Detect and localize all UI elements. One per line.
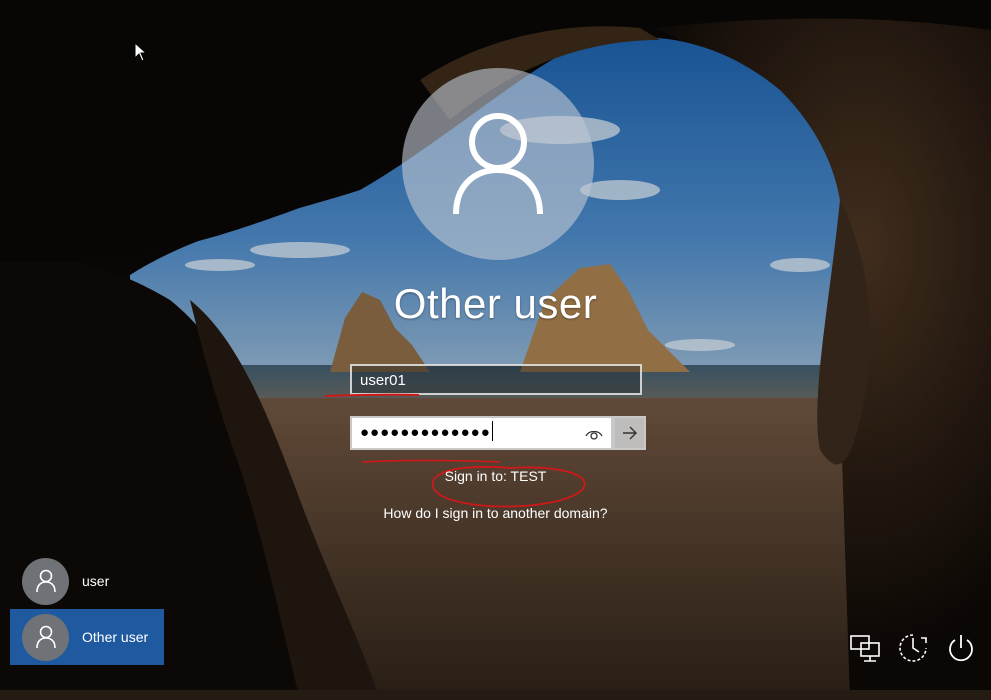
another-domain-help-link[interactable]: How do I sign in to another domain? (0, 505, 991, 521)
network-icon[interactable] (848, 630, 882, 666)
user-name-title: Other user (393, 280, 598, 327)
sign-in-domain-text: Sign in to: TEST (444, 468, 547, 484)
annotation-underline (324, 393, 420, 397)
user-tile-other-user[interactable]: Other user (10, 609, 164, 665)
reveal-password-icon[interactable] (585, 425, 603, 443)
arrow-right-icon (622, 426, 637, 440)
lock-screen: Other user user01 ●●●●●●●●●●●●● Sign in … (0, 0, 991, 700)
mouse-cursor-icon (134, 42, 148, 62)
network-icon-glyph (850, 635, 880, 662)
submit-arrow-button[interactable] (613, 416, 646, 450)
username-input[interactable]: user01 (350, 364, 642, 395)
text-caret (491, 421, 493, 441)
person-icon (35, 569, 56, 593)
person-icon (453, 113, 543, 215)
user-tile-label: Other user (82, 629, 149, 645)
user-tile-user[interactable]: user (10, 553, 164, 609)
ease-of-access-icon[interactable] (896, 630, 930, 666)
power-icon[interactable] (944, 630, 978, 666)
user-tile-label: user (82, 573, 110, 589)
user-tile-avatar (22, 557, 69, 605)
password-input[interactable]: ●●●●●●●●●●●●● (350, 416, 613, 450)
power-icon-glyph (949, 635, 973, 662)
user-tile-avatar (22, 613, 69, 661)
password-row: ●●●●●●●●●●●●● (350, 416, 646, 450)
password-mask: ●●●●●●●●●●●●● (360, 424, 491, 441)
ease-of-access-icon-glyph (899, 634, 927, 662)
person-icon (35, 625, 56, 649)
user-avatar (402, 68, 594, 260)
